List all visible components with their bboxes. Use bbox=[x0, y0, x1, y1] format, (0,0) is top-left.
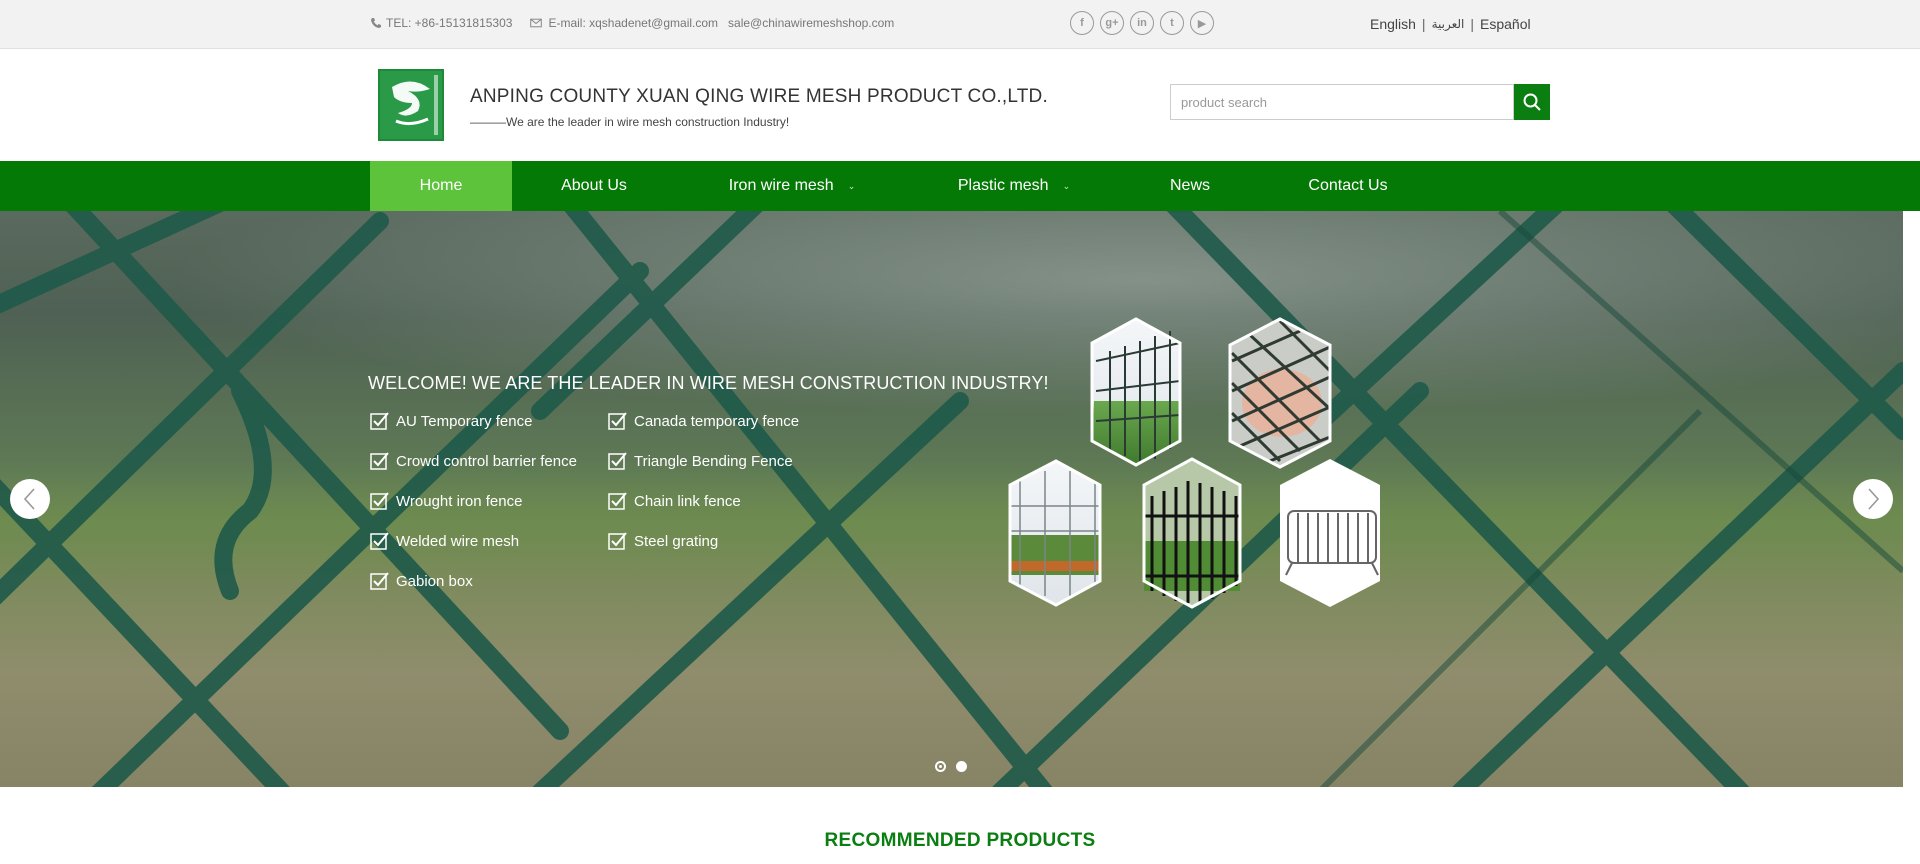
hex-crowd-control-barrier bbox=[1280, 459, 1380, 607]
twitter-icon[interactable]: t bbox=[1160, 11, 1184, 35]
lang-arabic[interactable]: العربية bbox=[1432, 17, 1465, 31]
linkedin-icon[interactable]: in bbox=[1130, 11, 1154, 35]
hero-slider: WELCOME! WE ARE THE LEADER IN WIRE MESH … bbox=[0, 211, 1903, 787]
hex-temporary-fence bbox=[1008, 459, 1102, 607]
hex-3d-panel-fence bbox=[1090, 317, 1182, 467]
phone-icon bbox=[371, 18, 381, 28]
hex-chain-link-mesh bbox=[1228, 317, 1332, 469]
mail-icon bbox=[530, 18, 543, 28]
product-search bbox=[1170, 84, 1550, 120]
chain-link-fence-image bbox=[0, 211, 1903, 787]
chevron-down-icon: ⌄ bbox=[1062, 181, 1071, 191]
product-collage bbox=[1008, 317, 1380, 609]
feature-item: Crowd control barrier fence bbox=[370, 451, 577, 471]
section-title-recommended: RECOMMENDED PRODUCTS bbox=[824, 830, 1096, 851]
nav-about-label: About Us bbox=[561, 177, 627, 194]
phone-number: TEL: +86-15131815303 bbox=[386, 16, 513, 30]
hex-wrought-iron-fence bbox=[1142, 457, 1242, 609]
feature-item: Steel grating bbox=[608, 531, 718, 551]
feature-item: Canada temporary fence bbox=[608, 411, 799, 431]
chevron-down-icon: ⌄ bbox=[847, 181, 856, 191]
checkbox-icon bbox=[370, 572, 389, 590]
feature-label: Wrought iron fence bbox=[396, 492, 523, 510]
email-link-sales[interactable]: sale@chinawiremeshshop.com bbox=[728, 16, 894, 30]
checkbox-icon bbox=[370, 492, 389, 510]
feature-item: Wrought iron fence bbox=[370, 491, 522, 511]
checkbox-icon bbox=[370, 452, 389, 470]
search-button[interactable] bbox=[1514, 84, 1550, 120]
nav-plastic-mesh[interactable]: Plastic mesh ⌄ bbox=[940, 161, 1088, 211]
feature-label: Gabion box bbox=[396, 572, 473, 590]
feature-label: Welded wire mesh bbox=[396, 532, 520, 550]
facebook-icon[interactable]: f bbox=[1070, 11, 1094, 35]
feature-label: Canada temporary fence bbox=[634, 412, 800, 430]
feature-item: Chain link fence bbox=[608, 491, 741, 511]
social-links: f g+ in t ▶ bbox=[1070, 11, 1214, 35]
feature-label: Triangle Bending Fence bbox=[634, 452, 793, 470]
slider-dot-2[interactable] bbox=[956, 761, 967, 772]
checkbox-icon bbox=[370, 532, 389, 550]
language-switcher: English | العربية | Español bbox=[1370, 16, 1531, 32]
feature-item: Gabion box bbox=[370, 571, 473, 591]
chevron-left-icon bbox=[23, 488, 35, 510]
contact-info: TEL: +86-15131815303 E-mail: xqshadenet@… bbox=[370, 16, 904, 30]
feature-label: Crowd control barrier fence bbox=[396, 452, 577, 470]
nav-plastic-label: Plastic mesh bbox=[957, 177, 1049, 195]
slider-dot-1[interactable] bbox=[935, 761, 946, 772]
feature-label: Chain link fence bbox=[634, 492, 741, 510]
feature-item: AU Temporary fence bbox=[370, 411, 532, 431]
nav-iron-label: Iron wire mesh bbox=[728, 177, 834, 195]
nav-iron-wire-mesh[interactable]: Iron wire mesh ⌄ bbox=[712, 161, 872, 211]
company-name: ANPING COUNTY XUAN QING WIRE MESH PRODUC… bbox=[470, 86, 1048, 107]
site-header: ANPING COUNTY XUAN QING WIRE MESH PRODUC… bbox=[0, 49, 1920, 161]
checkbox-icon bbox=[608, 532, 627, 550]
hero-title: WELCOME! WE ARE THE LEADER IN WIRE MESH … bbox=[368, 373, 1049, 393]
nav-about[interactable]: About Us bbox=[530, 161, 658, 211]
feature-item: Welded wire mesh bbox=[370, 531, 519, 551]
company-logo[interactable] bbox=[378, 69, 444, 141]
google-plus-icon[interactable]: g+ bbox=[1100, 11, 1124, 35]
slider-pagination bbox=[935, 761, 967, 772]
chevron-right-icon bbox=[1868, 488, 1880, 510]
nav-news[interactable]: News bbox=[1150, 161, 1230, 211]
company-slogan: ———We are the leader in wire mesh constr… bbox=[470, 115, 790, 129]
nav-home-label: Home bbox=[419, 177, 463, 194]
lang-english[interactable]: English bbox=[1370, 16, 1416, 32]
main-nav: Home About Us Iron wire mesh ⌄ Plastic me… bbox=[0, 161, 1920, 211]
feature-label: Steel grating bbox=[634, 532, 719, 550]
nav-contact[interactable]: Contact Us bbox=[1290, 161, 1406, 211]
checkbox-icon bbox=[608, 492, 627, 510]
lang-spanish[interactable]: Español bbox=[1480, 16, 1531, 32]
search-input[interactable] bbox=[1170, 84, 1514, 120]
slider-next-button[interactable] bbox=[1853, 479, 1893, 519]
lang-separator: | bbox=[1470, 16, 1474, 32]
slider-prev-button[interactable] bbox=[10, 479, 50, 519]
feature-item: Triangle Bending Fence bbox=[608, 451, 793, 471]
nav-contact-label: Contact Us bbox=[1308, 177, 1388, 194]
checkbox-icon bbox=[370, 412, 389, 430]
checkbox-icon bbox=[608, 452, 627, 470]
feature-label: AU Temporary fence bbox=[396, 412, 533, 430]
top-bar: TEL: +86-15131815303 E-mail: xqshadenet@… bbox=[0, 0, 1920, 49]
checkbox-icon bbox=[608, 412, 627, 430]
email-link[interactable]: E-mail: xqshadenet@gmail.com bbox=[548, 16, 718, 30]
youtube-icon[interactable]: ▶ bbox=[1190, 11, 1214, 35]
lang-separator: | bbox=[1421, 16, 1426, 32]
search-icon bbox=[1523, 93, 1541, 111]
nav-home[interactable]: Home bbox=[370, 161, 512, 211]
nav-news-label: News bbox=[1169, 177, 1210, 194]
